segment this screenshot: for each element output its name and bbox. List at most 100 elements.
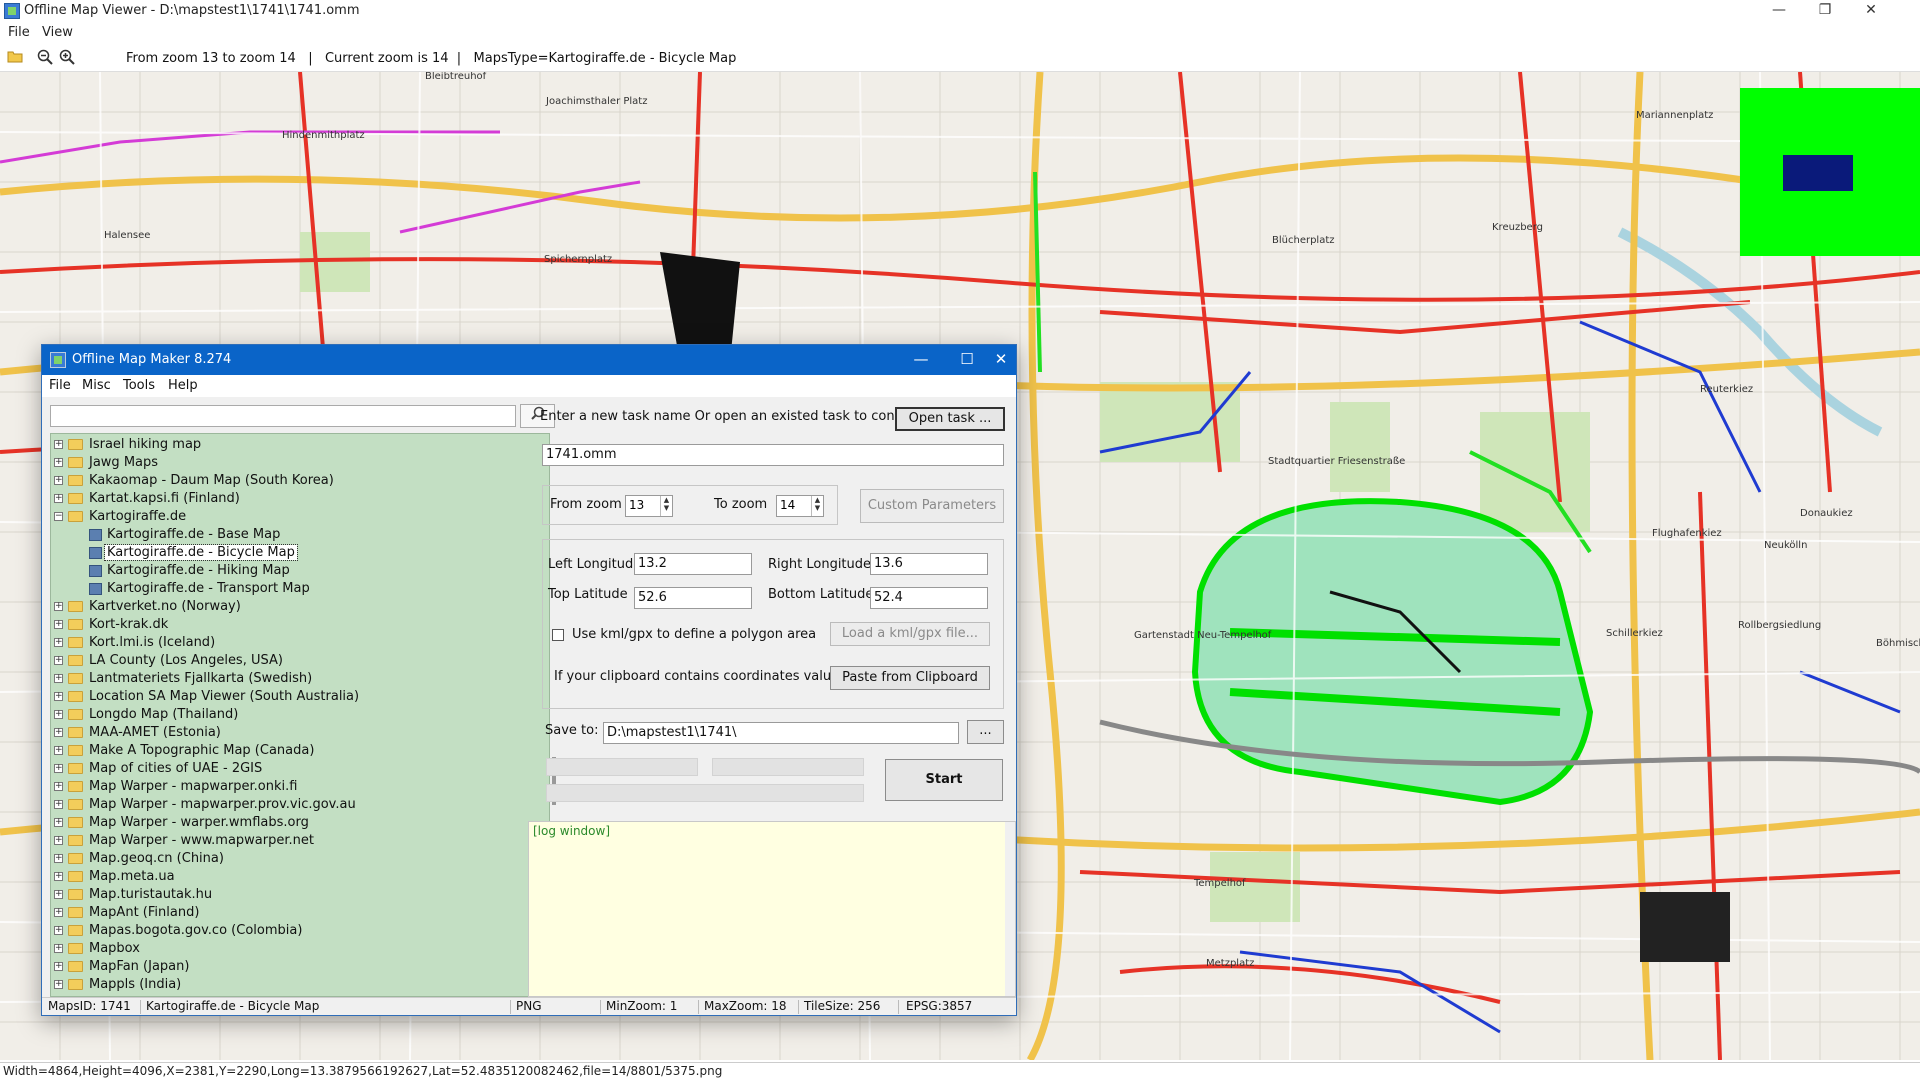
tree-folder-row[interactable]: + Mapas.bogota.gov.co (Colombia) [51, 922, 531, 940]
expand-icon[interactable]: + [54, 962, 63, 971]
tree-folder-row[interactable]: + Lantmateriets Fjallkarta (Swedish) [51, 670, 531, 688]
from-zoom-arrows-icon[interactable]: ▲ ▼ [660, 496, 672, 516]
close-button[interactable]: ✕ [1848, 0, 1894, 22]
expand-icon[interactable]: + [54, 800, 63, 809]
task-name-input[interactable]: 1741.omm [542, 444, 1004, 466]
expand-icon[interactable]: + [54, 728, 63, 737]
expand-icon[interactable]: + [54, 674, 63, 683]
start-button[interactable]: Start [885, 759, 1003, 801]
tree-folder-row[interactable]: + Map of cities of UAE - 2GIS [51, 760, 531, 778]
tree-map-row[interactable]: Kartogiraffe.de - Hiking Map [51, 562, 531, 580]
expand-icon[interactable]: + [54, 602, 63, 611]
tree-folder-row[interactable]: + Mappls (India) [51, 976, 531, 994]
tree-folder-row[interactable]: + Map Warper - mapwarper.onki.fi [51, 778, 531, 796]
kml-checkbox[interactable] [552, 629, 564, 641]
tree-item-label: Map.turistautak.hu [89, 887, 213, 902]
tree-item-label: Longdo Map (Thailand) [89, 707, 239, 722]
expand-icon[interactable]: + [54, 746, 63, 755]
expand-icon[interactable]: + [54, 476, 63, 485]
to-zoom-arrows-icon[interactable]: ▲ ▼ [811, 496, 823, 516]
dialog-maximize-button[interactable]: ☐ [944, 345, 990, 375]
tree-folder-row[interactable]: + Make A Topographic Map (Canada) [51, 742, 531, 760]
tree-folder-row[interactable]: + Kartat.kapsi.fi (Finland) [51, 490, 531, 508]
browse-button[interactable]: ... [967, 720, 1004, 744]
minimize-button[interactable]: — [1756, 0, 1802, 22]
from-zoom-spinner[interactable]: 13 ▲ ▼ [625, 495, 673, 517]
expand-icon[interactable]: + [54, 494, 63, 503]
log-scrollbar[interactable] [1005, 822, 1015, 996]
expand-icon[interactable]: + [54, 854, 63, 863]
menu-view[interactable]: View [42, 25, 73, 40]
zoom-out-icon[interactable] [36, 49, 54, 67]
top-latitude-input[interactable]: 52.6 [634, 587, 752, 609]
tree-map-row[interactable]: Kartogiraffe.de - Transport Map [51, 580, 531, 598]
expand-icon[interactable]: + [54, 782, 63, 791]
expand-icon[interactable]: + [54, 458, 63, 467]
dialog-minimize-button[interactable]: — [898, 345, 944, 375]
tree-folder-row[interactable]: + MAA-AMET (Estonia) [51, 724, 531, 742]
open-task-button[interactable]: Open task ... [895, 407, 1005, 431]
menu-file[interactable]: File [8, 25, 30, 40]
tree-folder-row[interactable]: + Map Warper - www.mapwarper.net [51, 832, 531, 850]
tree-folder-row[interactable]: + Map.geoq.cn (China) [51, 850, 531, 868]
expand-icon[interactable]: + [54, 836, 63, 845]
status-text: Width=4864,Height=4096,X=2381,Y=2290,Lon… [3, 1064, 723, 1078]
custom-parameters-button[interactable]: Custom Parameters [860, 489, 1004, 523]
dialog-menu-tools[interactable]: Tools [123, 378, 155, 393]
tree-map-row[interactable]: Kartogiraffe.de - Bicycle Map [51, 544, 531, 562]
load-kml-button[interactable]: Load a kml/gpx file... [830, 622, 990, 646]
paste-clipboard-button[interactable]: Paste from Clipboard [830, 666, 990, 690]
right-longitude-input[interactable]: 13.6 [870, 553, 988, 575]
tree-folder-row[interactable]: + Kort.lmi.is (Iceland) [51, 634, 531, 652]
tree-folder-row[interactable]: + MapFan (Japan) [51, 958, 531, 976]
expand-icon[interactable]: + [54, 710, 63, 719]
expand-icon[interactable]: + [54, 926, 63, 935]
tree-folder-row[interactable]: + MapAnt (Finland) [51, 904, 531, 922]
expand-icon[interactable]: + [54, 656, 63, 665]
dialog-menu-help[interactable]: Help [168, 378, 198, 393]
minimap-viewport[interactable] [1783, 155, 1853, 191]
tree-folder-row[interactable]: + Map Warper - warper.wmflabs.org [51, 814, 531, 832]
tree-folder-row[interactable]: + Map.meta.ua [51, 868, 531, 886]
left-longitude-input[interactable]: 13.2 [634, 553, 752, 575]
dialog-menu-misc[interactable]: Misc [82, 378, 111, 393]
maximize-button[interactable]: ❐ [1802, 0, 1848, 22]
expand-icon[interactable]: + [54, 764, 63, 773]
map-type-tree[interactable]: + Israel hiking map + Jawg Maps + Kakaomap - … [50, 433, 550, 997]
map-label-flughafenkiez: Flughafenkiez [1652, 528, 1722, 539]
tree-folder-row[interactable]: + Location SA Map Viewer (South Australia… [51, 688, 531, 706]
expand-icon[interactable]: + [54, 692, 63, 701]
tree-folder-row[interactable]: + Kartverket.no (Norway) [51, 598, 531, 616]
expand-icon[interactable]: + [54, 944, 63, 953]
dialog-menu-file[interactable]: File [49, 378, 71, 393]
bottom-latitude-input[interactable]: 52.4 [870, 587, 988, 609]
tree-folder-row[interactable]: + Kort-krak.dk [51, 616, 531, 634]
expand-icon[interactable]: + [54, 620, 63, 629]
tree-folder-row[interactable]: + Jawg Maps [51, 454, 531, 472]
expand-icon[interactable]: + [54, 872, 63, 881]
expand-icon[interactable]: + [54, 818, 63, 827]
tree-folder-row[interactable]: + Longdo Map (Thailand) [51, 706, 531, 724]
map-search-input[interactable] [50, 405, 516, 427]
save-to-input[interactable]: D:\mapstest1\1741\ [603, 722, 959, 744]
expand-icon[interactable]: + [54, 440, 63, 449]
expand-icon[interactable]: + [54, 980, 63, 989]
tree-folder-row[interactable]: − Kartogiraffe.de [51, 508, 531, 526]
zoom-in-icon[interactable] [58, 49, 76, 67]
expand-icon[interactable]: + [54, 638, 63, 647]
tree-folder-row[interactable]: + Map.turistautak.hu [51, 886, 531, 904]
tree-folder-row[interactable]: + Mapbox [51, 940, 531, 958]
tree-folder-row[interactable]: + Israel hiking map [51, 436, 531, 454]
dialog-close-button[interactable]: ✕ [986, 345, 1016, 375]
tree-folder-row[interactable]: + Kakaomap - Daum Map (South Korea) [51, 472, 531, 490]
log-window[interactable]: [log window] [528, 821, 1016, 997]
tree-folder-row[interactable]: + LA County (Los Angeles, USA) [51, 652, 531, 670]
expand-icon[interactable]: + [54, 908, 63, 917]
tree-map-row[interactable]: Kartogiraffe.de - Base Map [51, 526, 531, 544]
to-zoom-spinner[interactable]: 14 ▲ ▼ [776, 495, 824, 517]
dialog-title-bar[interactable]: Offline Map Maker 8.274 — ☐ ✕ [42, 345, 1016, 375]
collapse-icon[interactable]: − [54, 512, 63, 521]
open-folder-icon[interactable] [6, 49, 24, 67]
expand-icon[interactable]: + [54, 890, 63, 899]
tree-folder-row[interactable]: + Map Warper - mapwarper.prov.vic.gov.au [51, 796, 531, 814]
